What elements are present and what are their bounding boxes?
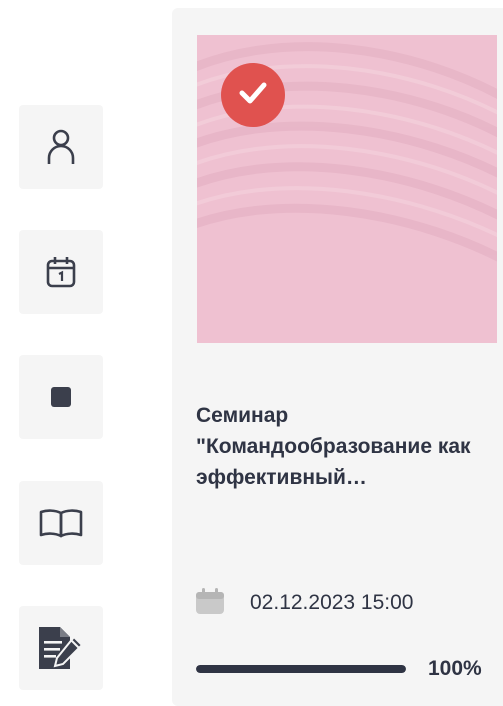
sidebar	[0, 0, 140, 706]
course-date-row: 02.12.2023 15:00	[196, 587, 414, 619]
stop-square-icon	[51, 387, 71, 407]
course-card[interactable]: Семинар "Командообразование как эффектив…	[172, 8, 503, 706]
completed-badge	[221, 63, 285, 127]
sidebar-item-tests[interactable]	[19, 606, 103, 690]
course-date: 02.12.2023 15:00	[250, 591, 414, 614]
progress-label: 100%	[428, 657, 482, 680]
progress-bar	[196, 665, 406, 673]
edit-document-icon	[36, 625, 86, 671]
calendar-icon	[196, 587, 224, 619]
course-progress: 100%	[196, 656, 503, 682]
calendar-icon	[46, 256, 76, 288]
sidebar-item-calendar[interactable]	[19, 230, 103, 314]
course-title[interactable]: Семинар "Командообразование как эффектив…	[196, 400, 496, 493]
check-icon	[239, 82, 267, 109]
progress-fill	[196, 665, 406, 673]
book-icon	[39, 508, 83, 538]
sidebar-item-library[interactable]	[19, 481, 103, 565]
user-icon	[47, 129, 75, 165]
sidebar-item-stop[interactable]	[19, 355, 103, 439]
course-thumbnail	[197, 35, 497, 343]
sidebar-item-profile[interactable]	[19, 105, 103, 189]
